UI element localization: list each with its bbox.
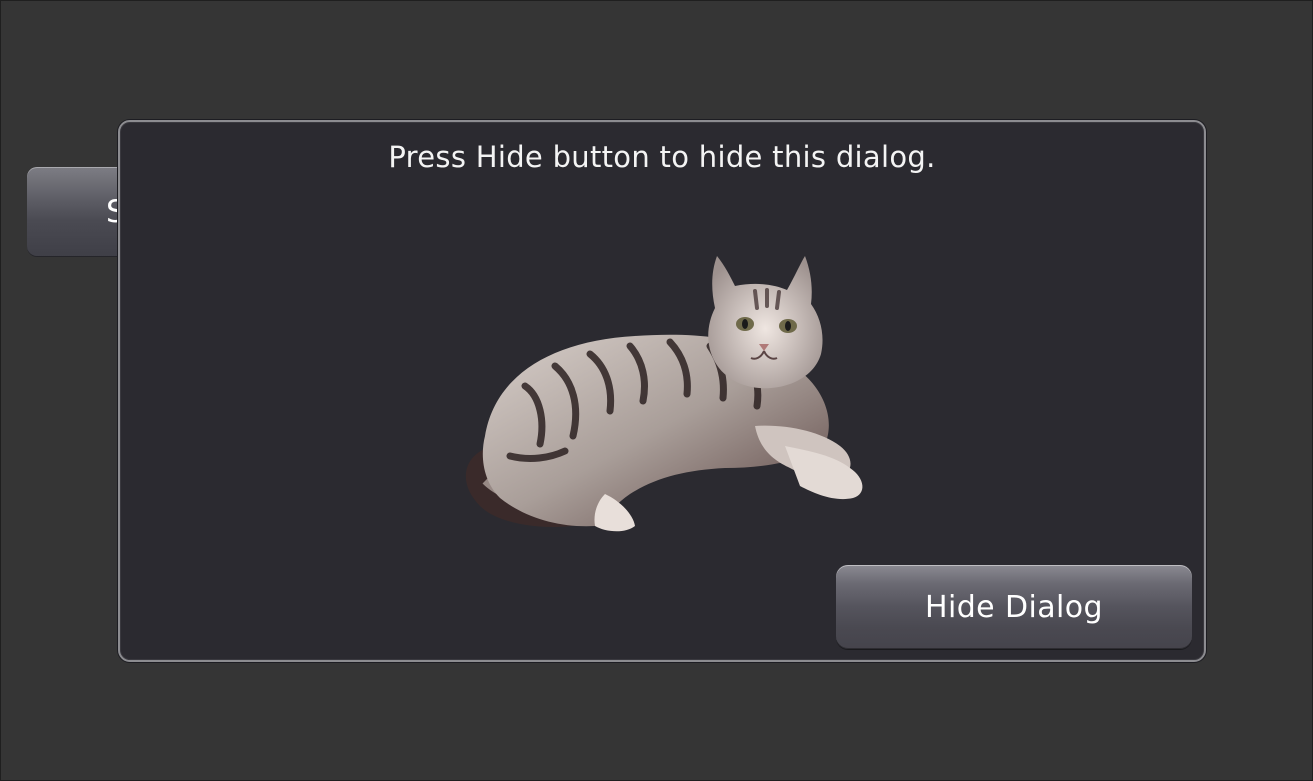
- dialog-message: Press Hide button to hide this dialog.: [388, 140, 936, 174]
- cat-image: [465, 256, 863, 532]
- hide-dialog-button[interactable]: Hide Dialog: [836, 565, 1192, 649]
- app-screen: S Press Hide button to hide this dialog.: [0, 0, 1313, 781]
- dialog: Press Hide button to hide this dialog. H…: [118, 120, 1206, 662]
